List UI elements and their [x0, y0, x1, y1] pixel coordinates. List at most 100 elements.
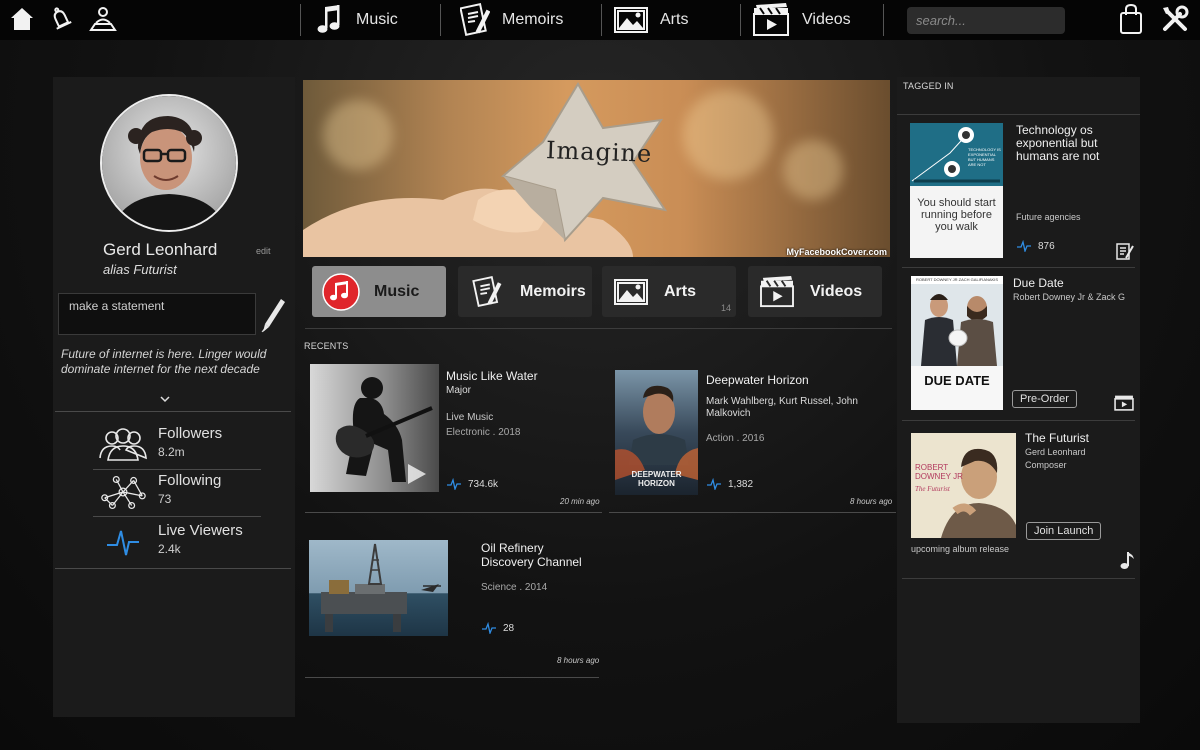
music-note-icon	[317, 5, 340, 33]
recent-timestamp: 20 min ago	[560, 497, 600, 506]
category-memoirs-button[interactable]: Memoirs	[458, 266, 592, 317]
category-videos-label: Videos	[810, 282, 863, 300]
live-viewers-value: 2.4k	[158, 542, 181, 556]
tagged-item[interactable]: ROBERT DOWNEY JR The Futurist The Futuri…	[902, 423, 1135, 578]
oil-rig-thumbnail	[309, 540, 448, 636]
recent-views: 1,382	[706, 478, 753, 490]
network-icon	[97, 474, 149, 510]
following-stat[interactable]: Following 73	[93, 470, 261, 514]
memoir-icon	[460, 3, 490, 36]
recent-item[interactable]: Music Like Water Major Live Music Electr…	[305, 358, 602, 513]
tagged-panel: TAGGED IN TECHNOLOGY IS EXPONENTIAL BUT …	[897, 77, 1140, 723]
pen-icon[interactable]	[261, 297, 287, 333]
poster-title-line: DEEPWATER	[631, 470, 682, 479]
pulse-icon	[707, 478, 721, 490]
category-arts-button[interactable]: Arts 14	[602, 266, 736, 317]
tagged-title: The Futurist	[1025, 431, 1090, 445]
edit-link[interactable]: edit	[256, 246, 271, 256]
clapperboard-icon[interactable]	[1114, 392, 1134, 412]
recent-title: Oil Refinery Discovery Channel	[481, 541, 582, 569]
statement-input[interactable]	[58, 293, 256, 335]
tagged-subtitle: Gerd Leonhard	[1025, 447, 1086, 457]
recent-item[interactable]: DEEPWATER HORIZON Deepwater Horizon Mark…	[609, 358, 896, 513]
nav-videos-label: Videos	[802, 11, 851, 28]
tagged-note: upcoming album release	[911, 544, 1010, 554]
deepwater-poster: DEEPWATER HORIZON	[615, 370, 698, 495]
clapperboard-icon	[758, 273, 796, 311]
divider	[305, 328, 892, 329]
cover-banner: Imagine MyFacebookCover.com	[303, 80, 890, 257]
nav-music-label: Music	[356, 11, 398, 28]
nav-separator	[440, 4, 441, 36]
category-arts-label: Arts	[664, 282, 697, 300]
top-bar: Music Memoirs Arts Videos	[0, 0, 1200, 40]
divider	[93, 516, 261, 517]
album-title: The Futurist	[915, 485, 950, 493]
picture-icon	[612, 273, 650, 311]
recent-meta: Action . 2016	[706, 433, 765, 444]
tagged-heading: TAGGED IN	[903, 81, 954, 91]
tagged-item[interactable]: TECHNOLOGY IS EXPONENTIAL BUT HUMANS ARE…	[902, 117, 1135, 267]
due-date-poster: ROBERT DOWNEY JR ZACH GALIFIANAKIS DUE D…	[911, 276, 1003, 410]
nav-separator	[300, 4, 301, 36]
followers-label: Followers	[158, 425, 223, 442]
divider	[897, 114, 1140, 115]
slide-quote: You should start running before you walk	[917, 197, 996, 233]
profile-bio: Future of internet is here. Linger would…	[61, 347, 267, 376]
profile-icon[interactable]	[88, 4, 118, 34]
join-launch-button[interactable]: Join Launch	[1026, 522, 1102, 540]
search-input[interactable]	[907, 7, 1065, 34]
recent-meta: Electronic . 2018	[446, 427, 521, 438]
poster-title-line: HORIZON	[638, 479, 675, 488]
category-music-button[interactable]: Music	[312, 266, 446, 317]
divider	[902, 578, 1135, 579]
pulse-icon	[97, 524, 149, 560]
followers-stat[interactable]: Followers 8.2m	[93, 423, 261, 467]
nav-memoirs-label: Memoirs	[502, 11, 564, 28]
recent-item[interactable]: Oil Refinery Discovery Channel Science .…	[305, 532, 602, 679]
nav-memoirs[interactable]: Memoirs	[460, 2, 563, 38]
chevron-down-icon[interactable]	[157, 395, 173, 407]
tools-icon[interactable]	[1160, 4, 1190, 34]
bell-icon[interactable]	[46, 4, 76, 34]
star-stone-image	[303, 82, 668, 257]
tagged-item[interactable]: ROBERT DOWNEY JR ZACH GALIFIANAKIS DUE D…	[902, 270, 1135, 420]
profile-alias: alias Futurist	[103, 262, 177, 277]
clapperboard-icon	[753, 3, 789, 36]
following-value: 73	[158, 492, 172, 506]
pulse-icon	[482, 622, 496, 634]
divider	[305, 677, 599, 678]
recent-views-count: 1,382	[728, 478, 754, 490]
recent-genre: Live Music	[446, 412, 494, 423]
recent-views: 28	[481, 622, 514, 634]
recent-timestamp: 8 hours ago	[557, 656, 600, 665]
divider	[902, 420, 1135, 421]
recent-meta: Science . 2014	[481, 582, 548, 593]
nav-separator	[740, 4, 741, 36]
nav-arts[interactable]: Arts	[614, 2, 688, 38]
arts-count-badge: 14	[720, 303, 731, 313]
live-viewers-stat[interactable]: Live Viewers 2.4k	[93, 520, 261, 564]
pulse-icon	[447, 478, 461, 490]
avatar[interactable]	[100, 94, 238, 232]
recent-subtitle: Major	[446, 385, 472, 396]
nav-music[interactable]: Music	[316, 2, 398, 38]
home-icon[interactable]	[7, 4, 37, 34]
slide-caption: TECHNOLOGY IS EXPONENTIAL BUT HUMANS ARE…	[968, 147, 1001, 167]
followers-icon	[97, 427, 149, 463]
live-viewers-label: Live Viewers	[158, 522, 243, 539]
picture-icon	[614, 7, 648, 33]
music-note-icon[interactable]	[1117, 550, 1137, 570]
music-note-icon	[322, 272, 360, 311]
nav-videos[interactable]: Videos	[752, 2, 851, 38]
recent-title: Deepwater Horizon	[706, 373, 809, 387]
followers-value: 8.2m	[158, 445, 185, 459]
tagged-subtitle: Future agencies	[1016, 212, 1081, 222]
divider	[55, 411, 291, 412]
divider	[55, 568, 291, 569]
bag-icon[interactable]	[1116, 3, 1146, 34]
guitarist-thumbnail	[310, 364, 439, 492]
memoir-icon[interactable]	[1115, 241, 1135, 261]
category-videos-button[interactable]: Videos	[748, 266, 882, 317]
pre-order-button[interactable]: Pre-Order	[1012, 390, 1077, 408]
